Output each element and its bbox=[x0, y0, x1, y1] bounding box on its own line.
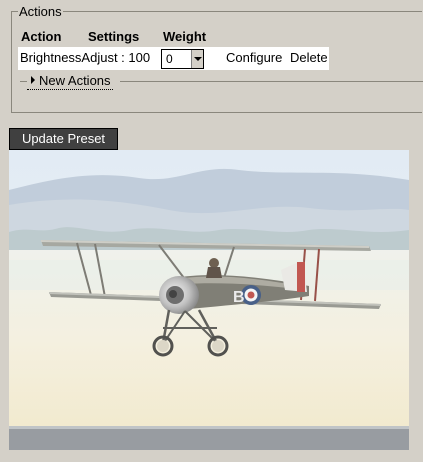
weight-select[interactable]: 0 bbox=[161, 49, 204, 69]
action-name-label: BrightnessAdjust : 100 bbox=[20, 50, 151, 65]
new-actions-border-right bbox=[120, 81, 423, 82]
column-header-action: Action bbox=[21, 29, 62, 44]
column-header-weight: Weight bbox=[163, 29, 207, 44]
new-actions-toggle[interactable]: New Actions bbox=[27, 73, 113, 90]
delete-link[interactable]: Delete bbox=[290, 50, 328, 66]
preview-image: B bbox=[9, 150, 409, 450]
biplane-photo: B bbox=[9, 150, 409, 450]
triangle-right-icon bbox=[31, 76, 35, 84]
column-header-settings: Settings bbox=[88, 29, 140, 44]
update-preset-button[interactable]: Update Preset bbox=[9, 128, 118, 150]
action-row: BrightnessAdjust : 100 0 Configure Delet… bbox=[18, 47, 329, 70]
new-actions-label: New Actions bbox=[39, 73, 111, 88]
chevron-down-icon[interactable] bbox=[191, 50, 203, 68]
new-actions-border-left bbox=[20, 81, 27, 82]
actions-legend: Actions bbox=[18, 4, 63, 19]
configure-link[interactable]: Configure bbox=[226, 50, 282, 66]
weight-select-value: 0 bbox=[166, 52, 173, 66]
